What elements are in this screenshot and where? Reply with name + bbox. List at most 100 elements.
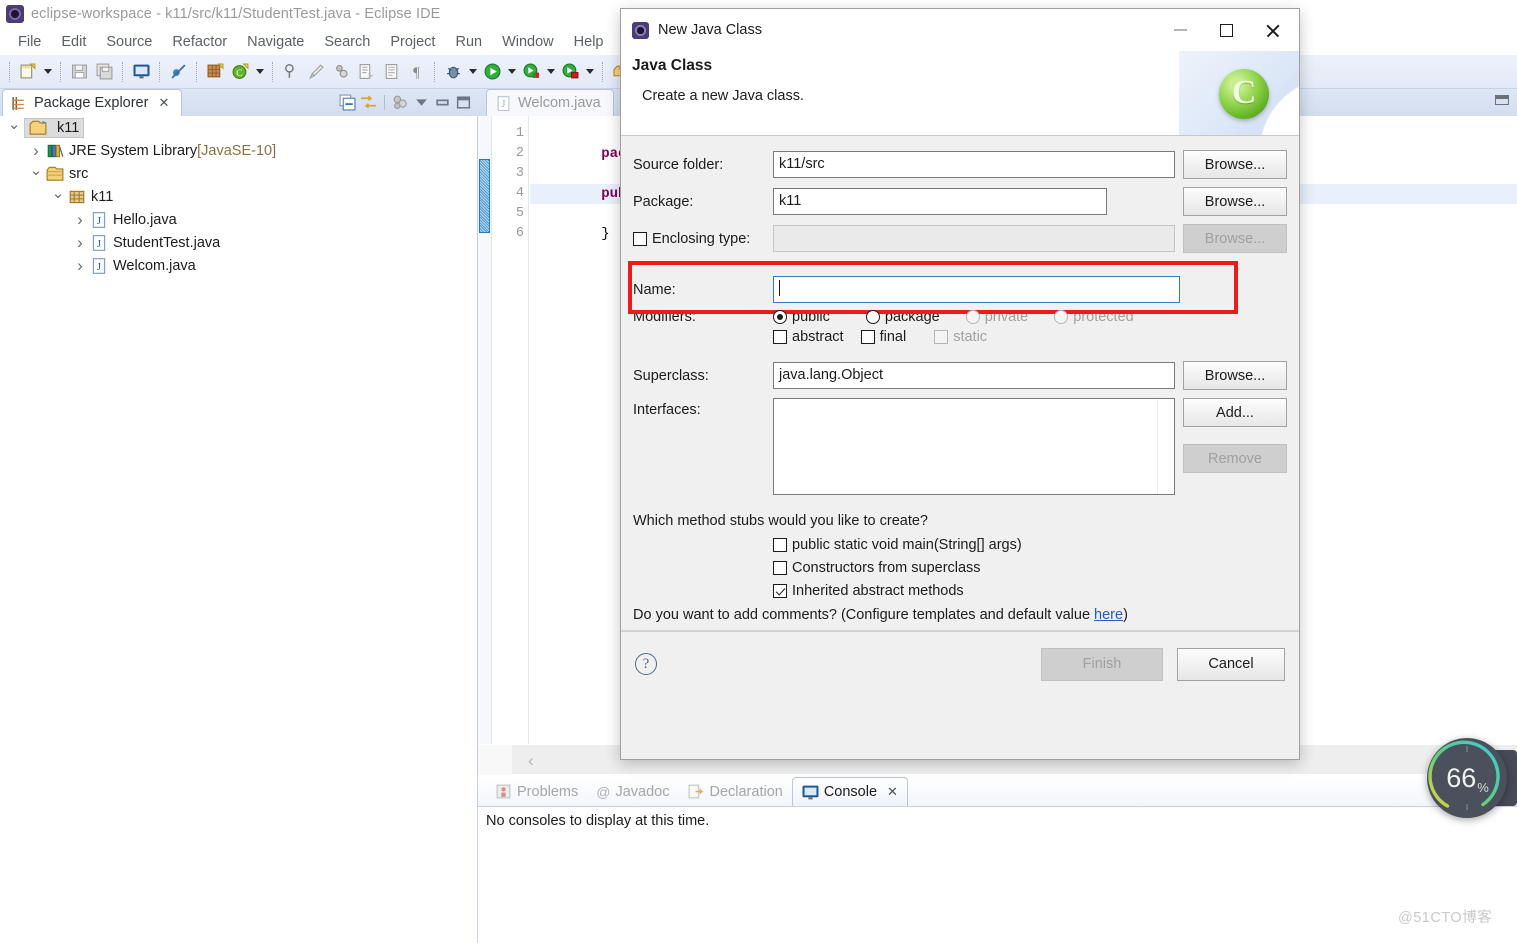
modifier-final-checkbox[interactable] (860, 330, 875, 344)
coverage-icon[interactable] (519, 60, 543, 84)
minimize-icon[interactable] (1495, 95, 1509, 105)
twisty-icon[interactable] (70, 208, 90, 231)
tab-javadoc[interactable]: @ Javadoc (587, 777, 678, 806)
view-menu-icon[interactable] (413, 94, 430, 111)
debug-icon[interactable] (441, 60, 465, 84)
tab-declaration[interactable]: Declaration (678, 777, 791, 806)
build-icon[interactable] (329, 60, 353, 84)
enclosing-type-checkbox[interactable] (633, 231, 647, 246)
twisty-icon[interactable] (26, 162, 46, 185)
menu-file[interactable]: File (8, 32, 51, 52)
new-wizard-icon[interactable] (16, 60, 40, 84)
scrollbar-track[interactable] (478, 745, 512, 775)
modifier-package-radio[interactable] (865, 310, 880, 324)
clean-icon[interactable] (304, 60, 328, 84)
tab-package-explorer[interactable]: Package Explorer ✕ (2, 89, 183, 116)
sidebar-item-jre-system-library[interactable]: JRE System Library [JavaSE-10] (0, 139, 477, 162)
debug-dropdown[interactable] (466, 61, 479, 83)
menu-help[interactable]: Help (564, 32, 614, 52)
sidebar-item-studenttest-java[interactable]: J StudentTest.java (0, 231, 477, 254)
run-dropdown[interactable] (505, 61, 518, 83)
menu-refactor[interactable]: Refactor (162, 32, 237, 52)
minimize-button[interactable] (1157, 10, 1203, 50)
link-with-editor-icon[interactable] (360, 94, 377, 111)
twisty-icon[interactable] (48, 185, 68, 208)
new-java-package-icon[interactable] (203, 60, 227, 84)
menu-navigate[interactable]: Navigate (237, 32, 314, 52)
external-tools-icon[interactable] (558, 60, 582, 84)
maximize-button[interactable] (1203, 10, 1249, 50)
toggle-mark-occurrences-icon[interactable] (279, 60, 303, 84)
sidebar-item-hello-java[interactable]: J Hello.java (0, 208, 477, 231)
menu-edit[interactable]: Edit (51, 32, 96, 52)
tab-welcom-java[interactable]: J Welcom.java (486, 89, 614, 116)
menu-source[interactable]: Source (96, 32, 162, 52)
stub-main-checkbox[interactable] (773, 538, 787, 552)
close-icon[interactable]: ✕ (158, 95, 169, 111)
source-folder-input[interactable]: k11/src (773, 151, 1175, 178)
coverage-dropdown[interactable] (544, 61, 557, 83)
menu-search[interactable]: Search (314, 32, 380, 52)
package-explorer-tree[interactable]: k11 JRE System Library [JavaSE-10] src (0, 116, 478, 943)
package-browse-button[interactable]: Browse... (1183, 187, 1287, 216)
editor-gutter[interactable] (478, 116, 492, 744)
configure-templates-link[interactable]: here (1094, 607, 1123, 623)
twisty-icon[interactable] (26, 139, 46, 162)
skip-breakpoints-icon[interactable] (166, 60, 190, 84)
stub-constructors-checkbox[interactable] (773, 561, 787, 575)
sidebar-item-welcom-java[interactable]: J Welcom.java (0, 254, 477, 277)
twisty-icon[interactable] (4, 116, 24, 139)
svg-text:C: C (236, 68, 242, 79)
close-icon (1265, 23, 1280, 38)
interfaces-list[interactable] (773, 398, 1175, 495)
interfaces-add-button[interactable]: Add... (1183, 398, 1287, 427)
collapse-all-icon[interactable] (339, 94, 356, 111)
menu-run[interactable]: Run (445, 32, 492, 52)
java-file-icon: J (92, 234, 106, 251)
performance-gauge[interactable]: 66 % (1427, 738, 1507, 818)
twisty-icon[interactable] (70, 231, 90, 254)
modifier-abstract-checkbox[interactable] (773, 330, 787, 344)
cancel-button[interactable]: Cancel (1177, 647, 1285, 681)
save-all-icon[interactable] (92, 60, 116, 84)
run-icon[interactable] (480, 60, 504, 84)
menu-project[interactable]: Project (380, 32, 445, 52)
open-task-icon[interactable] (354, 60, 378, 84)
minimize-icon[interactable] (434, 94, 451, 111)
superclass-browse-button[interactable]: Browse... (1183, 361, 1287, 390)
menu-window[interactable]: Window (492, 32, 564, 52)
save-icon[interactable] (67, 60, 91, 84)
package-input[interactable]: k11 (773, 188, 1107, 215)
maximize-icon[interactable] (455, 94, 472, 111)
sidebar-item-k11-project[interactable]: k11 (0, 116, 477, 139)
close-icon[interactable]: ✕ (887, 784, 898, 800)
name-input[interactable] (773, 276, 1180, 303)
sidebar-item-src[interactable]: src (0, 162, 477, 185)
new-wizard-dropdown[interactable] (41, 61, 54, 83)
modifiers-row: Modifiers: public package private protec… (633, 309, 1287, 325)
new-java-class-dialog[interactable]: New Java Class C Java Class Create a new… (620, 8, 1300, 760)
java-file-icon: J (92, 211, 106, 228)
tab-console[interactable]: Console ✕ (791, 777, 908, 806)
new-java-class-dropdown[interactable] (253, 61, 266, 83)
help-icon[interactable]: ? (635, 653, 657, 675)
chevron-left-icon[interactable]: ‹ (528, 751, 534, 771)
superclass-input[interactable]: java.lang.Object (773, 362, 1175, 389)
new-java-class-icon[interactable]: C (228, 60, 252, 84)
modifier-public-radio[interactable] (773, 310, 787, 324)
source-folder-browse-button[interactable]: Browse... (1183, 150, 1287, 179)
source-folder-label: Source folder: (633, 156, 724, 173)
svg-text:J: J (97, 237, 101, 249)
console-icon[interactable] (129, 60, 153, 84)
stub-inherited-checkbox[interactable] (773, 584, 787, 598)
tree-label-suffix: [JavaSE-10] (197, 142, 277, 159)
java-file-icon: J (92, 257, 106, 274)
sidebar-item-package-k11[interactable]: k11 (0, 185, 477, 208)
comments-question-suffix: ) (1123, 607, 1128, 623)
twisty-icon[interactable] (70, 254, 90, 277)
open-type-icon[interactable] (379, 60, 403, 84)
close-button[interactable] (1249, 10, 1295, 50)
focus-on-active-task-icon[interactable] (392, 94, 409, 111)
tab-problems[interactable]: Problems (486, 777, 587, 806)
external-tools-dropdown[interactable] (583, 61, 596, 83)
